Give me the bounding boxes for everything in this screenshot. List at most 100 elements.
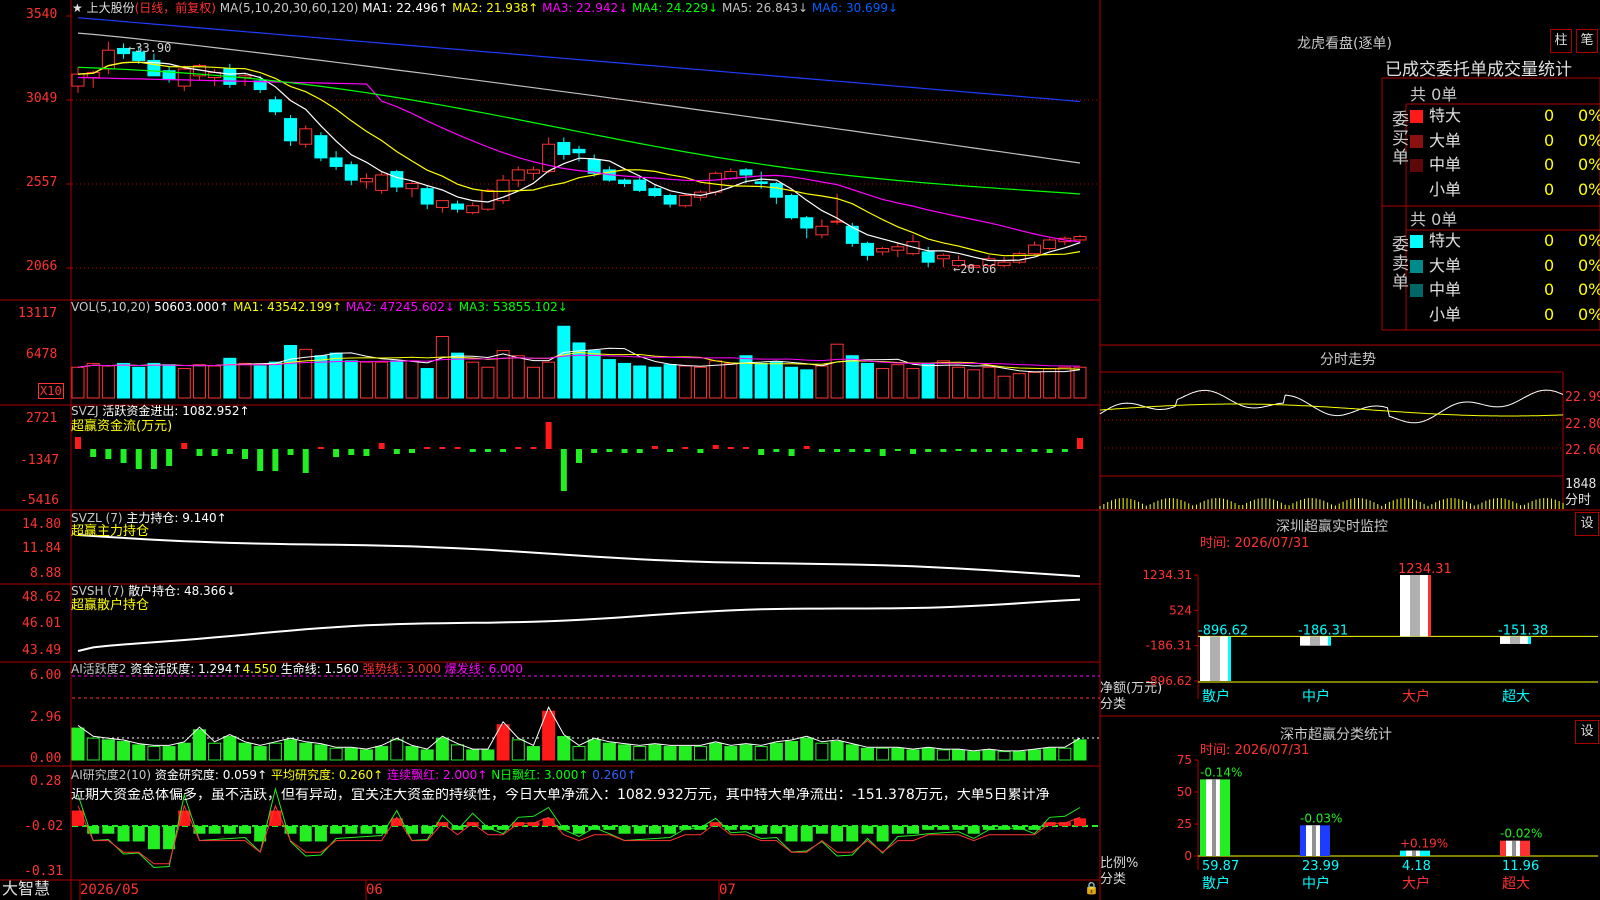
brand-label[interactable]: 大智慧: [2, 881, 50, 897]
candle-body: [891, 246, 905, 251]
order-row-大单: 大单 0 0%: [1410, 129, 1600, 153]
legend-swatch: [1410, 159, 1423, 172]
activity-bars: [71, 675, 1100, 761]
monitor-bar-edge: [1228, 636, 1231, 681]
class-category-label: 中户: [1302, 875, 1330, 892]
ai2-comment: 近期大资金总体偏多，虽不活跃，但有异动，宜关注大资金的持续性，今日大单净流入：1…: [71, 788, 1050, 802]
svzl-axis-3: 8.88: [30, 566, 62, 581]
order-size-label: 特大: [1429, 231, 1462, 250]
class-axis-label: 25: [1177, 817, 1192, 831]
candle-body: [769, 183, 783, 198]
activity-bar: [314, 744, 328, 761]
ma5-value: MA5: 26.843↓: [721, 1, 809, 15]
activity-bar: [678, 746, 692, 761]
volume-bar: [526, 366, 540, 399]
candle-body: [390, 171, 404, 188]
research-bar: [846, 826, 859, 842]
research-bar: [891, 826, 904, 834]
activity-bar: [253, 746, 267, 761]
tab-pen-view[interactable]: 笔: [1576, 29, 1598, 53]
volume-bar: [132, 366, 146, 399]
activity-bar: [557, 735, 571, 761]
class-value-label: 4.18: [1402, 859, 1431, 874]
ma4-value: MA4: 24.229↓: [632, 1, 719, 15]
volume-bar: [284, 344, 298, 399]
fund-flow-bar: [242, 449, 248, 459]
lock-icon[interactable]: 🔒: [1084, 881, 1099, 895]
activity-bar: [147, 746, 161, 761]
candle-body: [1043, 239, 1057, 250]
svzl-header: SVZL (7) 主力持仓: 9.140↑: [71, 511, 227, 525]
research-bar: [330, 826, 343, 834]
activity-bar: [177, 742, 191, 761]
ma3-value: MA3: 22.942↓: [542, 1, 629, 15]
legend-swatch: [1410, 308, 1423, 322]
period-label[interactable]: (日线，前复权): [135, 1, 216, 15]
monitor-settings-button[interactable]: 设: [1575, 512, 1599, 536]
volume-bar: [101, 365, 115, 399]
class-change-label: -0.02%: [1500, 827, 1542, 841]
ai1-spec: AI活跃度2: [71, 662, 127, 676]
activity-bar: [845, 744, 859, 761]
svsh-axis-2: 46.01: [22, 616, 62, 631]
volume-bar: [876, 368, 890, 399]
tab-bar-view[interactable]: 柱: [1550, 29, 1572, 53]
volume-bar: [253, 365, 267, 399]
ai2-n-red: N日飘红: 3.000↑: [491, 768, 589, 782]
volume-bar: [815, 365, 829, 399]
class-settings-button[interactable]: 设: [1575, 720, 1599, 744]
fund-flow-bar: [576, 449, 582, 463]
volume-bar: [329, 352, 343, 399]
candle-body: [344, 164, 358, 181]
vol-spec: VOL(5,10,20): [71, 300, 151, 314]
ai2-spec: AI研究度2(10): [71, 768, 152, 782]
ma120-line: [77, 17, 1081, 103]
fund-flow-bar: [910, 449, 916, 454]
fund-flow-bar: [803, 446, 810, 449]
volume-bars: [71, 325, 1087, 399]
order-percent: 0%: [1578, 280, 1600, 299]
activity-bar: [815, 742, 829, 761]
activity-bar: [587, 739, 601, 761]
fund-flow-bar: [818, 449, 825, 452]
activity-bar: [618, 744, 632, 761]
activity-bar: [997, 751, 1011, 761]
fund-flow-bar: [545, 422, 552, 449]
ma5-line: [77, 61, 1081, 262]
activity-bar: [299, 742, 313, 761]
monitor-bar-shade: [1210, 636, 1220, 681]
candle-body: [724, 171, 738, 179]
order-size-label: 大单: [1429, 255, 1462, 275]
activity-bar: [238, 742, 252, 761]
volume-bar: [769, 361, 783, 399]
vol-ma3: MA3: 53855.102↓: [458, 300, 568, 314]
volume-bar: [967, 369, 981, 399]
ma60-line: [77, 32, 1081, 164]
volume-bar: [936, 360, 950, 399]
retail-line: [77, 598, 1081, 652]
activity-bar: [709, 742, 723, 761]
monitor-category-label: 散户: [1202, 688, 1230, 705]
svzj-sub: 超赢资金流(万元): [71, 419, 173, 434]
candle-body: [921, 251, 935, 263]
fund-flow-bar: [469, 449, 476, 452]
ma-spec: MA(5,10,20,30,60,120): [219, 1, 359, 15]
stock-name[interactable]: ★ 上大股份: [72, 1, 135, 15]
chart-canvas[interactable]: 1234.31524-186.31-896.62-896.62散户-186.31…: [0, 0, 1600, 900]
fund-flow-bar: [439, 447, 446, 449]
volume-bar: [86, 362, 100, 399]
vol-unit[interactable]: X10: [38, 383, 64, 399]
fund-flow-bar: [287, 449, 294, 455]
class-bar: [1500, 840, 1530, 856]
candle-body: [815, 225, 829, 236]
volume-bar: [587, 350, 601, 399]
order-row-中单: 中单 0 0%: [1410, 278, 1600, 302]
activity-bar: [739, 744, 753, 761]
candle-body: [526, 169, 540, 174]
intraday-chart: [1099, 371, 1564, 510]
svsh-sub: 超赢散户持仓: [71, 598, 150, 613]
research-bar: [922, 826, 935, 830]
order-count: 0: [1544, 179, 1555, 199]
svzj-axis-1: 2721: [26, 411, 58, 426]
candle-body: [572, 148, 586, 154]
